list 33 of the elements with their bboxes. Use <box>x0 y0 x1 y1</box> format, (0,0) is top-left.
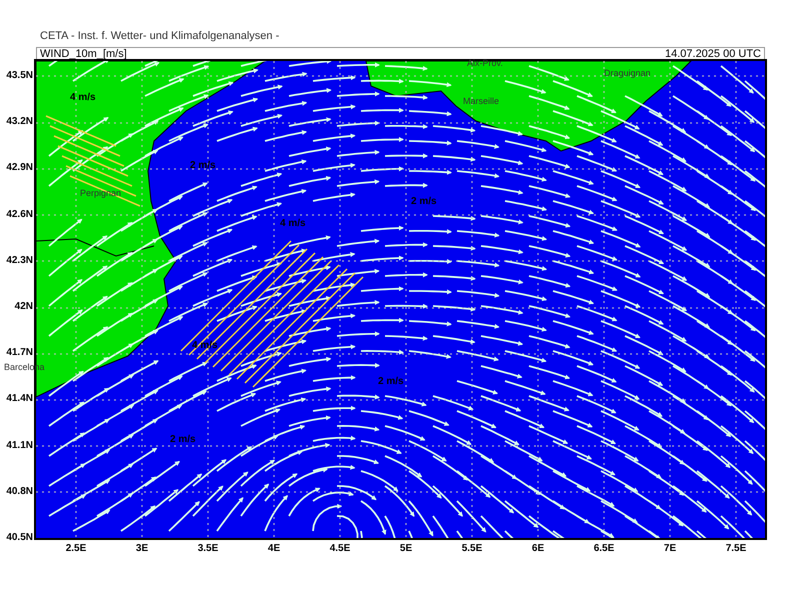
latitude-tick-label: 42.6N <box>6 210 33 220</box>
latitude-tick-label: 40.5N <box>6 533 33 543</box>
latitude-tick-label: 43.2N <box>6 117 33 128</box>
wind-speed-label: 4 m/s <box>70 93 96 103</box>
city-label: Marseille <box>463 97 500 106</box>
latitude-tick-label: 40.8N <box>6 486 33 497</box>
valid-time: 14.07.2025 00 UTC <box>664 48 761 60</box>
wind-speed-label: 2 m/s <box>170 435 196 445</box>
latitude-tick-label: 41.7N <box>6 348 33 358</box>
wind-speed-label: 2 m/s <box>378 377 404 387</box>
wind-speed-label: 2 m/s <box>411 197 437 207</box>
variable-label: WIND_10m_[m/s] <box>40 48 127 60</box>
city-label: Draguignan <box>604 69 651 78</box>
wind-speed-label: 2 m/s <box>190 161 216 171</box>
latitude-tick-label: 41.4N <box>6 394 33 404</box>
latitude-tick-label: 42N <box>14 302 33 312</box>
latitude-tick-label: 42.3N <box>6 256 33 266</box>
longitude-tick-label: 4.5E <box>330 544 350 554</box>
longitude-tick-label: 6.5E <box>594 544 614 554</box>
longitude-tick-label: 7E <box>664 544 676 554</box>
institute-header: CETA - Inst. f. Wetter- und Klimafolgenanalysen - <box>40 29 280 44</box>
longitude-tick-label: 6E <box>532 544 544 554</box>
longitude-tick-label: 5E <box>400 544 412 554</box>
longitude-tick-label: 5.5E <box>462 544 482 554</box>
latitude-tick-label: 42.9N <box>6 163 33 174</box>
wind-speed-label: 4 m/s <box>280 219 306 229</box>
longitude-tick-label: 4E <box>268 544 280 554</box>
longitude-tick-label: 3E <box>136 544 148 554</box>
longitude-tick-label: 7.5E <box>726 544 746 554</box>
longitude-tick-label: 2.5E <box>66 544 86 554</box>
longitude-tick-label: 3.5E <box>198 544 218 554</box>
latitude-tick-label: 43.5N <box>6 71 33 81</box>
latitude-tick-label: 41.1N <box>6 440 33 451</box>
